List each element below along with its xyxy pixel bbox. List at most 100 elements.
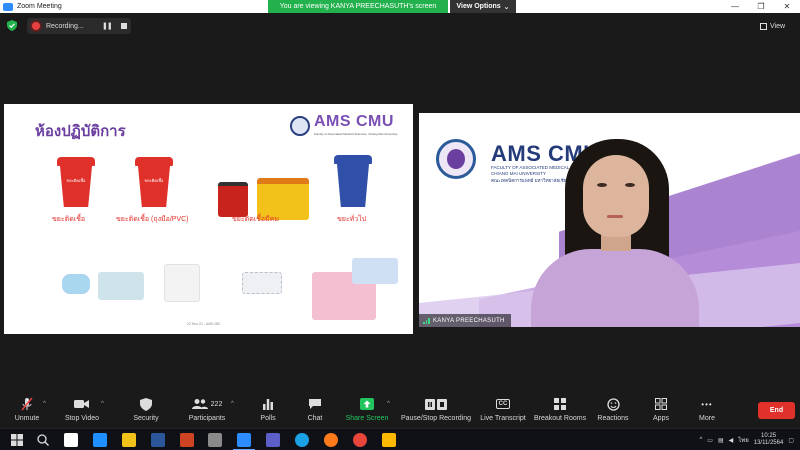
language-indicator[interactable]: ไทย <box>738 435 749 445</box>
zoom-logo-icon <box>3 2 13 11</box>
meeting-top-bar: Recording... ❚❚ View <box>0 13 800 37</box>
view-options-button[interactable]: View Options ⌄ <box>450 0 516 13</box>
reactions-button[interactable]: Reactions <box>597 392 629 428</box>
microphone-muted-icon <box>20 397 34 411</box>
stop-recording-button[interactable] <box>120 23 127 29</box>
breakout-rooms-grid-icon <box>554 397 566 411</box>
slide-title: ห้องปฏิบัติการ <box>35 123 126 140</box>
syringes-image <box>242 272 282 294</box>
view-layout-button[interactable]: View <box>760 19 794 33</box>
app-icon[interactable] <box>208 433 222 447</box>
app-icon[interactable] <box>382 433 396 447</box>
view-options-label: View Options <box>456 3 501 10</box>
glove-box-blue-image <box>352 258 398 284</box>
polls-bar-chart-icon <box>262 397 274 411</box>
stop-video-label: Stop Video <box>64 415 100 422</box>
more-label: More <box>699 415 715 422</box>
search-icon[interactable] <box>36 433 50 447</box>
file-explorer-icon[interactable] <box>122 433 136 447</box>
gloves-image <box>164 264 200 302</box>
firefox-browser-icon[interactable] <box>324 433 338 447</box>
recording-indicator: Recording... ❚❚ <box>27 18 131 34</box>
clock-date: 13/11/2564 <box>753 440 784 446</box>
volume-icon[interactable]: ◀ <box>729 437 734 444</box>
apps-label: Apps <box>653 415 669 422</box>
video-options-caret[interactable]: ^ <box>101 401 104 407</box>
general-waste-bin <box>334 155 372 207</box>
participant-name-tag: KANYA PREECHASUTH <box>419 314 511 327</box>
live-transcript-button[interactable]: CC Live Transcript <box>480 392 526 428</box>
infectious-waste-bin-2: ขยะติดเชื้อ <box>135 157 173 207</box>
chat-label: Chat <box>307 415 323 422</box>
clock-time: 10:25 <box>761 433 777 439</box>
maximize-button[interactable]: ❐ <box>748 0 774 13</box>
share-screen-label: Share Screen <box>345 415 389 422</box>
share-screen-icon <box>360 397 374 411</box>
system-clock[interactable]: 10:25 13/11/2564 <box>754 433 784 447</box>
chrome-browser-icon[interactable] <box>353 433 367 447</box>
slide-footnote: 22 Nov 21 - AMS-IBC <box>187 322 221 326</box>
battery-icon[interactable]: ▭ <box>707 437 713 444</box>
pause-stop-recording-icon <box>425 397 447 411</box>
system-tray: ^ ▭ ▤ ◀ ไทย 10:25 13/11/2564 ▢ <box>699 429 800 450</box>
zoom-app-icon[interactable] <box>233 433 255 450</box>
unmute-label: Unmute <box>14 415 40 422</box>
breakout-rooms-button[interactable]: Breakout Rooms <box>534 392 586 428</box>
edge-browser-icon[interactable] <box>295 433 309 447</box>
minimize-button[interactable]: — <box>722 0 748 13</box>
participant-name: KANYA PREECHASUTH <box>433 317 505 324</box>
bin-label: ขยะติดเชื้อ <box>66 178 86 183</box>
screen-share-banner: You are viewing KANYA PREECHASUTH's scre… <box>268 0 448 13</box>
share-options-caret[interactable]: ^ <box>387 401 390 407</box>
live-transcript-label: Live Transcript <box>480 415 526 422</box>
pause-stop-recording-button[interactable]: Pause/Stop Recording <box>400 392 472 428</box>
teams-app-icon[interactable] <box>266 433 280 447</box>
participants-button[interactable]: 222 Participants <box>186 392 228 428</box>
pause-stop-recording-label: Pause/Stop Recording <box>400 415 472 422</box>
windows-taskbar: ^ ▭ ▤ ◀ ไทย 10:25 13/11/2564 ▢ <box>0 428 800 450</box>
more-button[interactable]: ••• More <box>694 392 720 428</box>
security-button[interactable]: Security <box>130 392 162 428</box>
cc-badge: CC <box>495 399 511 409</box>
mail-app-icon[interactable] <box>93 433 107 447</box>
unmute-button[interactable]: Unmute <box>10 392 44 428</box>
chat-button[interactable]: Chat <box>302 392 328 428</box>
grid-icon <box>760 22 767 30</box>
shared-screen: ห้องปฏิบัติการ AMS CMU Faculty of Associ… <box>4 104 413 334</box>
signal-strength-icon <box>423 317 430 324</box>
bin-caption: ขยะติดเชื้อ (ถุงมือ/PVC) <box>116 216 189 223</box>
more-dots-icon: ••• <box>701 397 712 411</box>
window-title: Zoom Meeting <box>17 3 62 10</box>
ams-logo-subtitle: Faculty of Associated Medical Sciences, … <box>314 132 398 136</box>
notification-icon[interactable]: ▢ <box>788 437 794 444</box>
video-camera-icon <box>74 397 90 411</box>
share-screen-button[interactable]: Share Screen <box>345 392 389 428</box>
show-hidden-icons-icon[interactable]: ^ <box>699 437 702 443</box>
participants-options-caret[interactable]: ^ <box>231 401 234 407</box>
recording-label: Recording... <box>46 22 84 30</box>
apps-icon <box>655 397 667 411</box>
closed-caption-icon: CC <box>495 397 511 411</box>
close-button[interactable]: ✕ <box>774 0 800 13</box>
windows-start-icon[interactable] <box>10 433 24 447</box>
audio-options-caret[interactable]: ^ <box>43 401 46 407</box>
bin-caption: ขยะติดเชื้อ <box>52 216 86 223</box>
polls-button[interactable]: Polls <box>255 392 281 428</box>
speaker-video[interactable]: AMS CMU FACULTY OF ASSOCIATED MEDICAL SC… <box>419 113 800 327</box>
breakout-rooms-label: Breakout Rooms <box>533 415 587 422</box>
stop-video-button[interactable]: Stop Video <box>62 392 102 428</box>
pause-recording-button[interactable]: ❚❚ <box>102 22 113 30</box>
encryption-shield-icon[interactable] <box>7 20 17 31</box>
store-app-icon[interactable] <box>64 433 78 447</box>
more-icon-glyph: ••• <box>701 399 713 409</box>
end-meeting-button[interactable]: End <box>758 402 795 419</box>
word-app-icon[interactable] <box>151 433 165 447</box>
powerpoint-app-icon[interactable] <box>180 433 194 447</box>
reactions-smiley-icon <box>606 397 620 411</box>
network-icon[interactable]: ▤ <box>718 437 724 444</box>
bin-caption: ขยะทั่วไป <box>337 216 367 223</box>
infectious-waste-bin-1: ขยะติดเชื้อ <box>57 157 95 207</box>
bin-label: ขยะติดเชื้อ <box>144 178 164 183</box>
apps-button[interactable]: Apps <box>648 392 674 428</box>
meeting-toolbar: Unmute ^ Stop Video ^ Security 222 Parti… <box>0 392 800 428</box>
